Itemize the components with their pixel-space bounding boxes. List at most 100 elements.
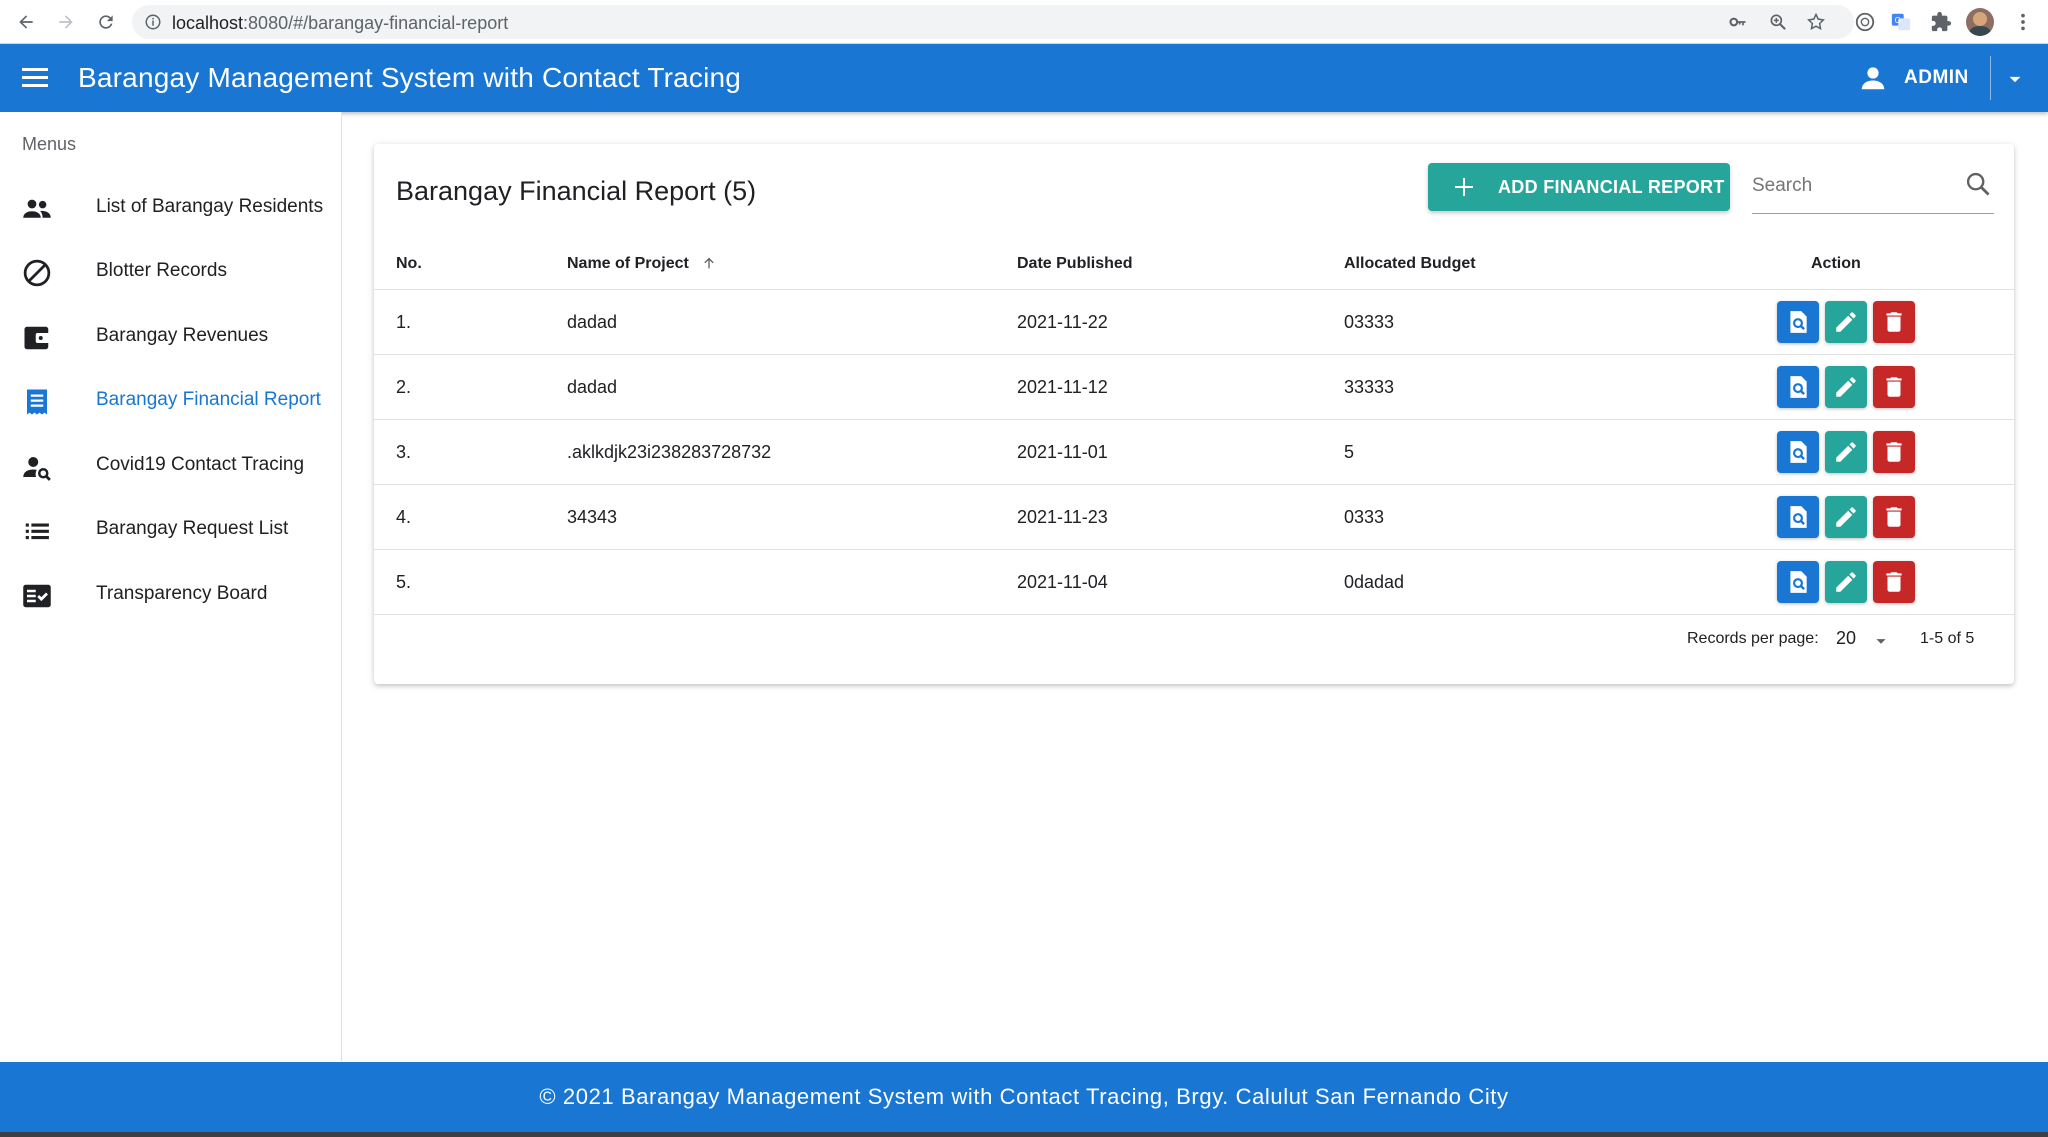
translate-icon[interactable]: G: [1890, 11, 1912, 33]
wallet-icon: [24, 326, 51, 350]
cell-date: 2021-11-23: [1017, 507, 1108, 527]
pencil-icon: [1836, 442, 1856, 462]
block-icon: [23, 259, 51, 287]
window-bottom-edge: [0, 1132, 2048, 1137]
find-in-page-icon: [1790, 506, 1807, 528]
reload-icon[interactable]: [92, 8, 120, 36]
trash-icon: [1886, 442, 1902, 462]
cell-no: 4.: [396, 507, 412, 527]
list-icon: [25, 523, 49, 540]
app-bar: Barangay Management System with Contact …: [0, 44, 2048, 112]
svg-text:G: G: [1895, 16, 1901, 25]
back-icon[interactable]: [12, 8, 40, 36]
sidebar-item-contact-tracing[interactable]: Covid19 Contact Tracing: [0, 434, 341, 498]
view-button[interactable]: [1777, 431, 1819, 473]
table-row: 4. 34343 2021-11-23 0333: [374, 485, 2014, 550]
browser-toolbar: localhost:8080/#/barangay-financial-repo…: [0, 0, 2048, 44]
table-row: 2. dadad 2021-11-12 33333: [374, 355, 2014, 420]
hamburger-menu-icon[interactable]: [22, 66, 50, 90]
delete-button[interactable]: [1873, 496, 1915, 538]
chevron-down-icon[interactable]: [2002, 66, 2028, 92]
find-in-page-icon: [1790, 441, 1807, 463]
address-bar[interactable]: localhost:8080/#/barangay-financial-repo…: [132, 5, 1854, 39]
cell-name: 34343: [567, 507, 618, 527]
view-button[interactable]: [1777, 561, 1819, 603]
view-button[interactable]: [1777, 366, 1819, 408]
financial-report-card: Barangay Financial Report (5) ADD FINANC…: [374, 144, 2014, 684]
cell-budget: 0333: [1344, 507, 1385, 527]
trash-icon: [1886, 572, 1902, 592]
find-in-page-icon: [1790, 571, 1807, 593]
sidebar-item-revenues[interactable]: Barangay Revenues: [0, 305, 341, 369]
info-icon[interactable]: [144, 13, 162, 31]
sidebar-header: Menus: [22, 134, 77, 154]
edit-button[interactable]: [1825, 431, 1867, 473]
more-vert-icon[interactable]: [2012, 11, 2034, 33]
view-button[interactable]: [1777, 496, 1819, 538]
cell-no: 5.: [396, 572, 412, 592]
arrow-up-icon[interactable]: [701, 255, 717, 271]
sidebar-item-residents[interactable]: List of Barangay Residents: [0, 176, 341, 240]
people-icon: [23, 199, 51, 218]
find-in-page-icon: [1790, 376, 1807, 398]
app-bar-divider: [1990, 56, 1991, 100]
column-header-budget[interactable]: Allocated Budget: [1344, 255, 1476, 273]
edit-button[interactable]: [1825, 366, 1867, 408]
sidebar-item-label: Barangay Revenues: [96, 325, 269, 346]
sidebar-item-transparency-board[interactable]: Transparency Board: [0, 563, 341, 627]
column-header-date[interactable]: Date Published: [1017, 255, 1133, 273]
column-header-name[interactable]: Name of Project: [567, 255, 717, 273]
key-icon[interactable]: [1728, 12, 1748, 32]
pencil-icon: [1836, 312, 1856, 332]
sidebar-item-blotter[interactable]: Blotter Records: [0, 240, 341, 304]
person-search-icon: [23, 457, 51, 481]
cell-budget: 03333: [1344, 312, 1395, 332]
view-button[interactable]: [1777, 301, 1819, 343]
cell-date: 2021-11-22: [1017, 312, 1108, 332]
sidebar-item-financial-report[interactable]: Barangay Financial Report: [0, 369, 341, 433]
edit-button[interactable]: [1825, 561, 1867, 603]
cell-name: dadad: [567, 377, 618, 397]
delete-button[interactable]: [1873, 561, 1915, 603]
column-header-no[interactable]: No.: [396, 255, 422, 273]
sidebar-item-label: Transparency Board: [96, 583, 268, 604]
plus-icon: [1455, 178, 1473, 196]
profile-avatar[interactable]: [1966, 8, 1994, 36]
pagination: Records per page: 20 1-5 of 5: [374, 616, 2014, 666]
url-text: localhost:8080/#/barangay-financial-repo…: [172, 13, 508, 34]
sidebar-item-label: Covid19 Contact Tracing: [96, 454, 305, 475]
pencil-icon: [1836, 377, 1856, 397]
records-per-page-select[interactable]: 20: [1836, 622, 1900, 656]
table-header: No. Name of Project Date Published Alloc…: [374, 238, 2014, 290]
star-icon[interactable]: [1806, 12, 1826, 32]
puzzle-icon[interactable]: [1930, 11, 1952, 33]
pagination-range: 1-5 of 5: [1920, 630, 1975, 647]
sidebar-item-request-list[interactable]: Barangay Request List: [0, 498, 341, 562]
delete-button[interactable]: [1873, 301, 1915, 343]
cell-no: 1.: [396, 312, 412, 332]
forward-icon[interactable]: [52, 8, 80, 36]
sidebar-item-label: Barangay Financial Report: [96, 389, 321, 410]
delete-button[interactable]: [1873, 366, 1915, 408]
cell-name: dadad: [567, 312, 618, 332]
user-menu-button[interactable]: ADMIN: [1858, 58, 1969, 98]
extension-circle-icon[interactable]: [1854, 11, 1876, 33]
edit-button[interactable]: [1825, 496, 1867, 538]
cell-budget: 5: [1344, 442, 1355, 462]
footer-text: © 2021 Barangay Management System with C…: [539, 1084, 1509, 1109]
search-field: [1752, 164, 1994, 214]
table-row: 3. .aklkdjk23i238283728732 2021-11-01 5: [374, 420, 2014, 485]
search-icon[interactable]: [1964, 170, 1992, 198]
add-financial-report-button[interactable]: ADD FINANCIAL REPORT: [1428, 163, 1730, 211]
column-header-name-label: Name of Project: [567, 255, 689, 272]
table-row: 1. dadad 2021-11-22 03333: [374, 290, 2014, 355]
url-path: :8080/#/barangay-financial-report: [243, 13, 509, 33]
trash-icon: [1886, 312, 1902, 332]
url-host: localhost: [172, 13, 244, 33]
zoom-icon[interactable]: [1768, 12, 1788, 32]
cell-date: 2021-11-01: [1017, 442, 1108, 462]
search-input[interactable]: [1752, 170, 1952, 202]
edit-button[interactable]: [1825, 301, 1867, 343]
delete-button[interactable]: [1873, 431, 1915, 473]
cell-no: 2.: [396, 377, 412, 397]
